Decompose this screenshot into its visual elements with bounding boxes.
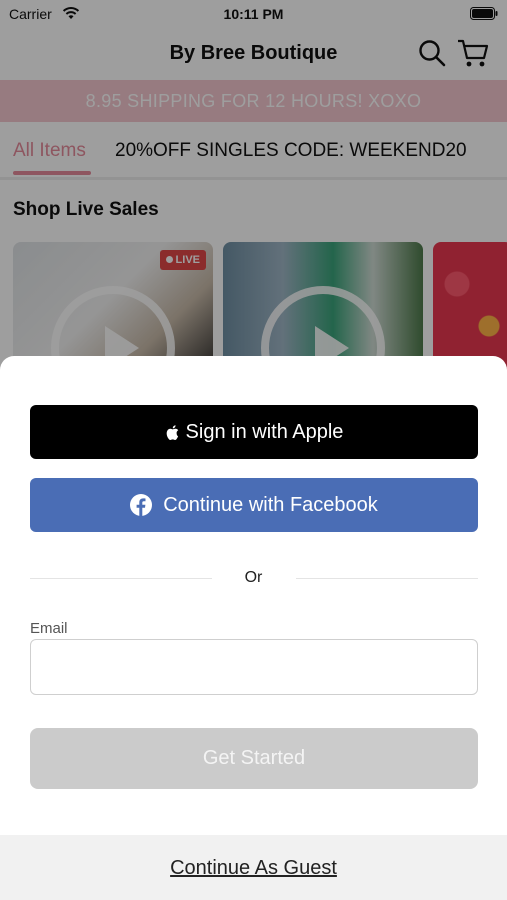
get-started-button[interactable]: Get Started [30,728,478,789]
email-field[interactable] [30,639,478,695]
email-label: Email [30,620,68,637]
apple-button-label: Sign in with Apple [185,420,344,443]
sign-in-with-apple-button[interactable]: Sign in with Apple [30,405,478,459]
guest-footer: Continue As Guest [0,835,507,900]
facebook-button-label: Continue with Facebook [163,493,378,516]
apple-logo-icon [166,424,178,440]
get-started-label: Get Started [202,747,306,769]
facebook-logo-icon [130,494,153,516]
continue-as-guest-link[interactable]: Continue As Guest [0,857,507,880]
divider-line [296,578,478,579]
continue-with-facebook-button[interactable]: Continue with Facebook [30,478,478,532]
sign-in-sheet: Sign in with Apple Continue with Faceboo… [0,356,507,900]
